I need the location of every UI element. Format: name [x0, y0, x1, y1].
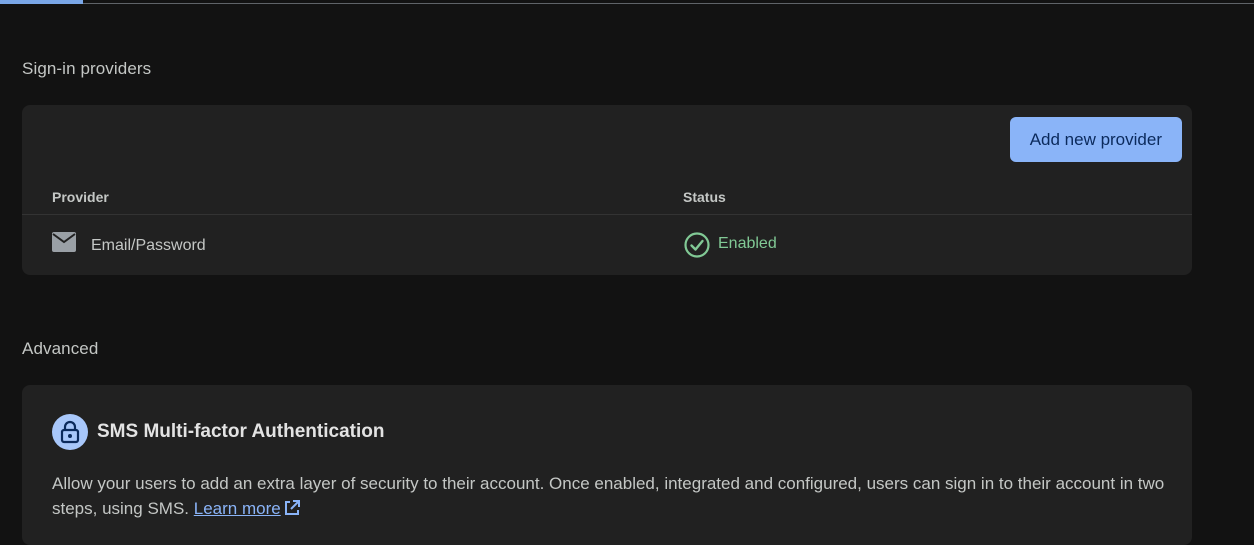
- check-circle-icon: [683, 231, 711, 259]
- mail-icon: [52, 232, 76, 252]
- top-tab-bar: [0, 0, 1254, 4]
- lock-icon: [52, 414, 88, 450]
- active-tab-indicator: [0, 0, 83, 4]
- sms-mfa-description: Allow your users to add an extra layer o…: [52, 471, 1172, 524]
- column-header-status: Status: [683, 189, 726, 205]
- status-badge: Enabled: [718, 235, 777, 252]
- learn-more-label: Learn more: [193, 499, 281, 518]
- external-link-icon[interactable]: [283, 499, 301, 524]
- column-header-provider: Provider: [52, 189, 109, 205]
- sign-in-providers-heading: Sign-in providers: [22, 59, 152, 78]
- learn-more-link[interactable]: Learn more: [194, 499, 281, 518]
- provider-name: Email/Password: [91, 237, 206, 254]
- advanced-heading: Advanced: [22, 339, 99, 358]
- sms-mfa-title: SMS Multi-factor Authentication: [97, 421, 385, 442]
- add-new-provider-button[interactable]: Add new provider: [1009, 117, 1182, 162]
- sms-mfa-card: SMS Multi-factor Authentication Allow yo…: [22, 385, 1192, 545]
- table-row[interactable]: Email/Password Enabled: [22, 215, 1192, 275]
- providers-card: Add new provider Provider Status Email/P…: [22, 105, 1192, 275]
